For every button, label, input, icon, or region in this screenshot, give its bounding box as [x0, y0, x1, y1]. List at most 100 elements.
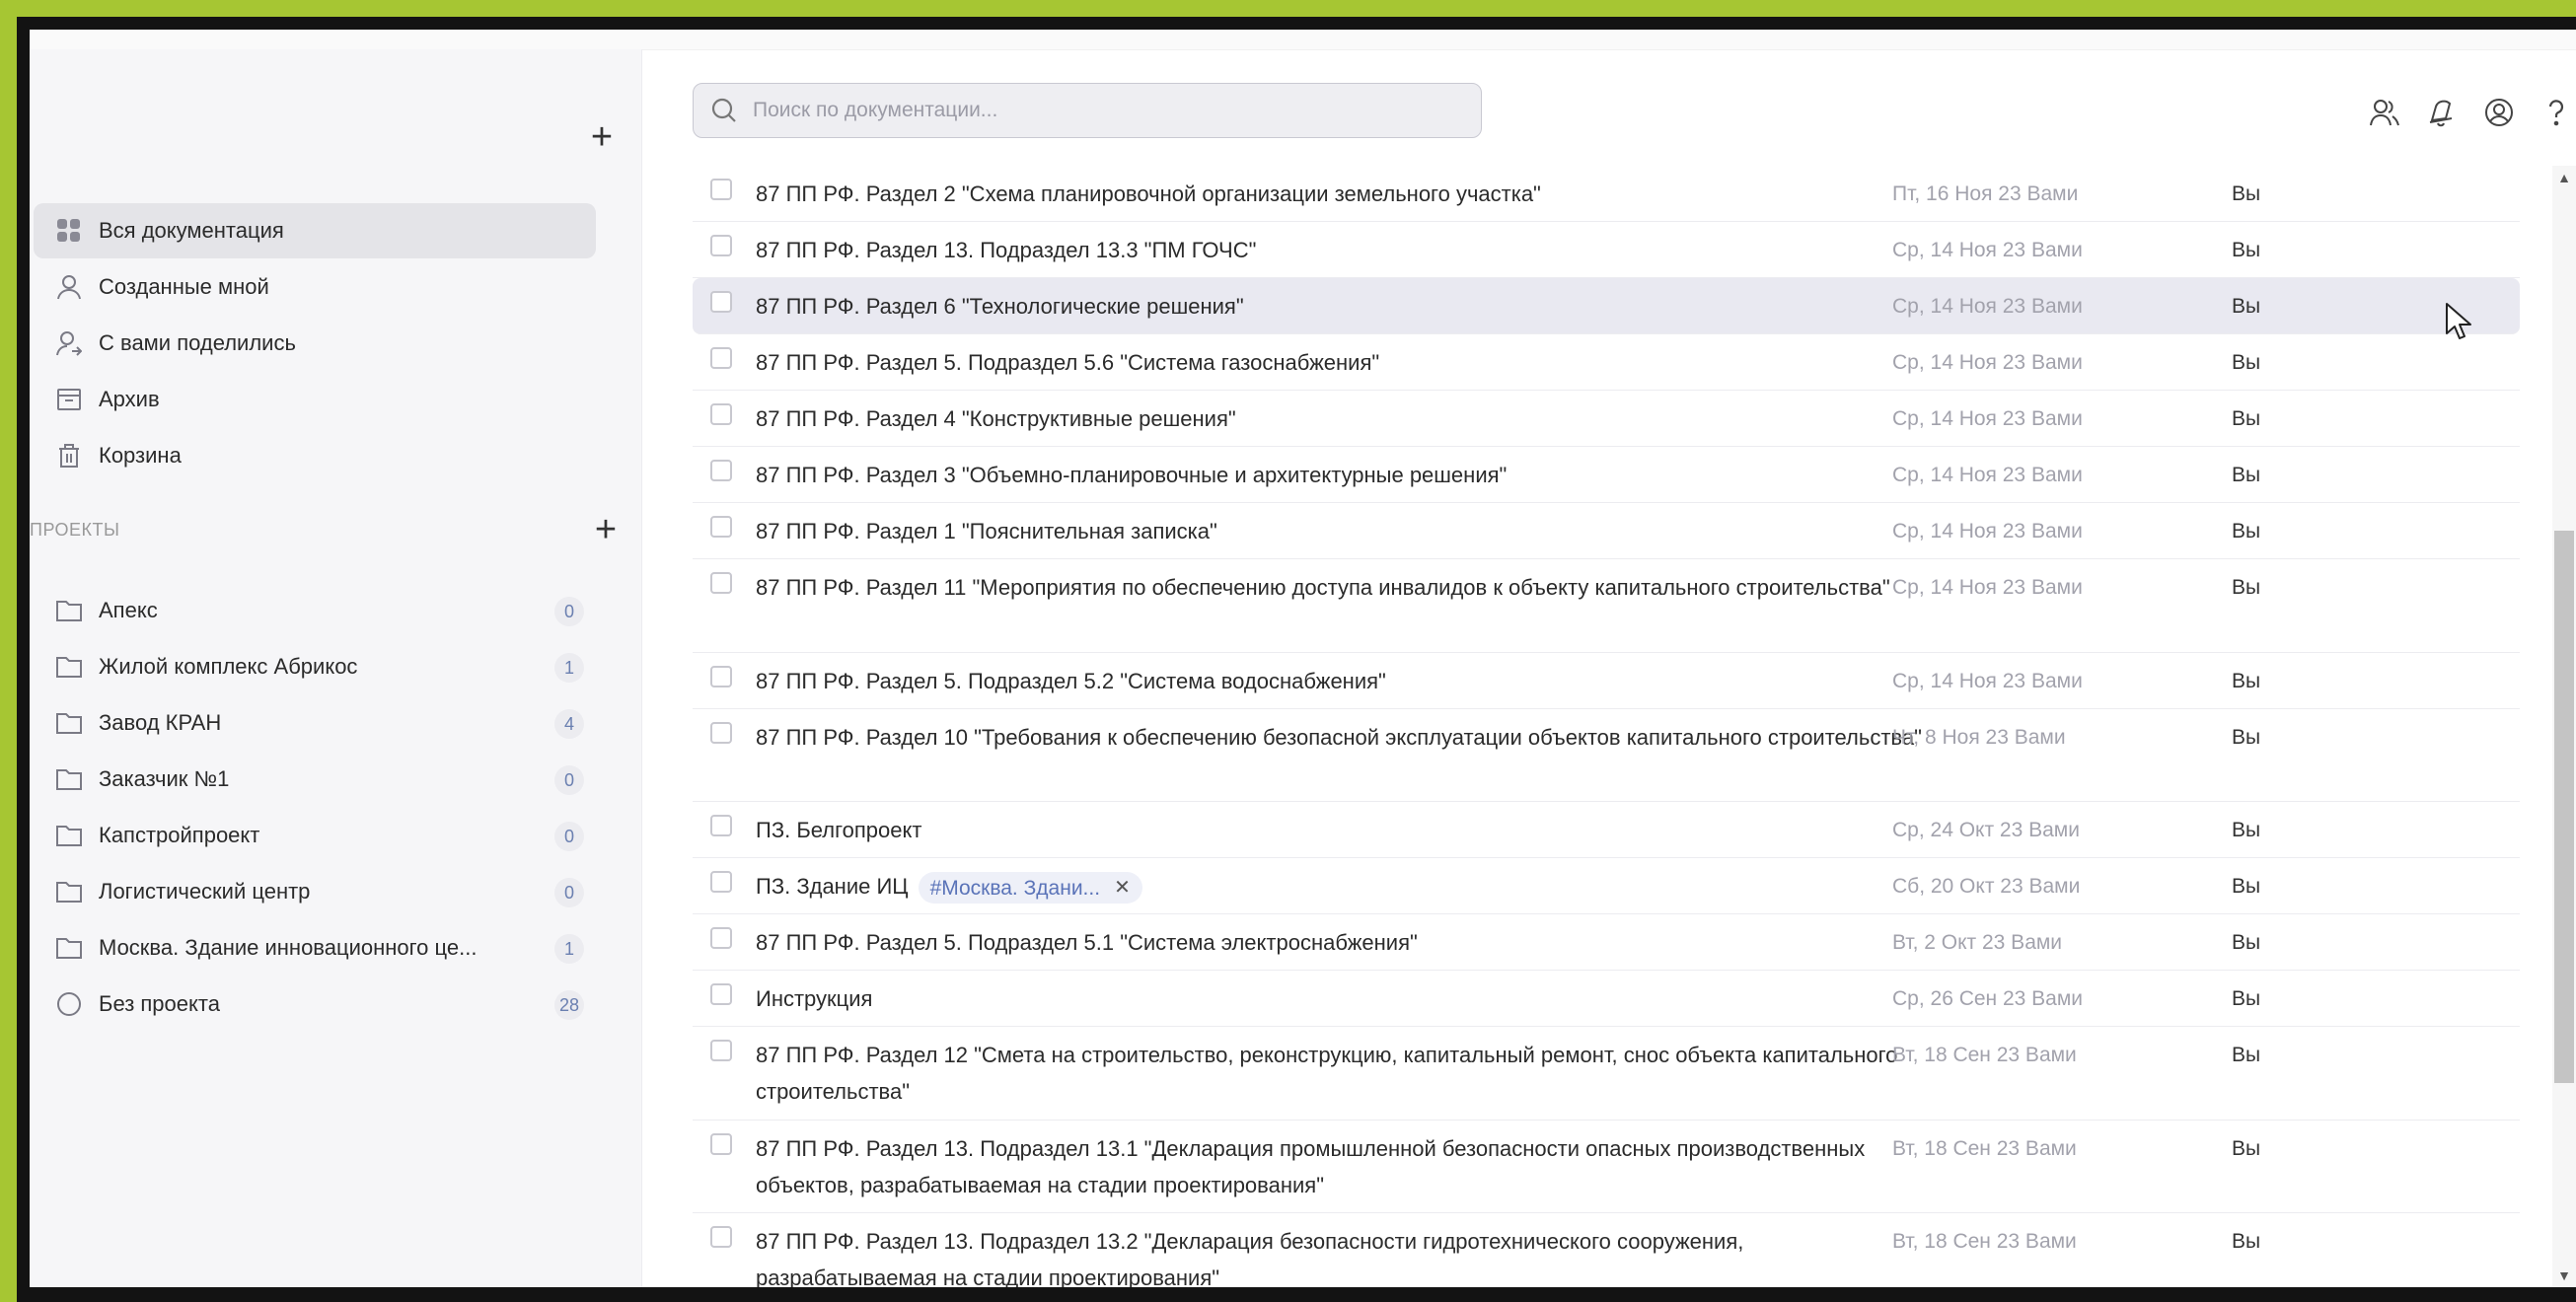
project-item[interactable]: Апекс 0 [34, 583, 596, 638]
table-row[interactable]: 87 ПП РФ. Раздел 12 "Смета на строительс… [693, 1027, 2520, 1121]
app-window: + Вся документация Созданные мной С вами… [30, 30, 2576, 1287]
document-owner: Вы [2232, 295, 2261, 318]
help-icon[interactable] [2537, 93, 2576, 132]
table-row[interactable]: 87 ПП РФ. Раздел 13. Подраздел 13.3 "ПМ … [693, 222, 2520, 278]
table-row[interactable]: 87 ПП РФ. Раздел 5. Подраздел 5.2 "Систе… [693, 653, 2520, 709]
document-title[interactable]: Инструкция [756, 980, 1930, 1017]
add-document-button[interactable]: + [584, 118, 620, 156]
document-owner: Вы [2232, 726, 2261, 749]
account-icon[interactable] [2479, 93, 2519, 132]
add-project-button[interactable]: + [588, 511, 624, 548]
project-item[interactable]: Капстройпроект 0 [34, 808, 596, 863]
document-date: Ср, 14 Ноя 23 Вами [1892, 520, 2083, 542]
folder-icon [55, 822, 83, 849]
document-owner: Вы [2232, 576, 2261, 599]
project-item[interactable]: Завод КРАН 4 [34, 695, 596, 751]
row-checkbox[interactable] [710, 722, 732, 744]
row-checkbox[interactable] [710, 572, 732, 594]
row-checkbox[interactable] [710, 927, 732, 949]
table-row[interactable]: Инструкция Ср, 26 Сен 23 Вами Вы [693, 971, 2520, 1027]
document-title[interactable]: 87 ПП РФ. Раздел 2 "Схема планировочной … [756, 176, 1930, 212]
row-checkbox[interactable] [710, 1226, 732, 1248]
row-checkbox[interactable] [710, 1040, 732, 1061]
table-row[interactable]: 87 ПП РФ. Раздел 5. Подраздел 5.6 "Систе… [693, 334, 2520, 391]
sidebar-item-label: Созданные мной [99, 274, 269, 299]
documents-list: 87 ПП РФ. Раздел 2 "Схема планировочной … [693, 166, 2520, 1287]
document-title[interactable]: 87 ПП РФ. Раздел 10 "Требования к обеспе… [756, 719, 1930, 756]
folder-icon [55, 765, 83, 793]
sidebar-item-created-by-me[interactable]: Созданные мной [34, 259, 596, 315]
project-item-no-project[interactable]: Без проекта 28 [34, 976, 596, 1032]
table-row[interactable]: 87 ПП РФ. Раздел 2 "Схема планировочной … [693, 166, 2520, 222]
row-checkbox[interactable] [710, 403, 732, 425]
notifications-icon[interactable] [2422, 93, 2462, 132]
row-checkbox[interactable] [710, 179, 732, 200]
table-row[interactable]: 87 ПП РФ. Раздел 13. Подраздел 13.1 "Дек… [693, 1121, 2520, 1213]
document-title[interactable]: 87 ПП РФ. Раздел 13. Подраздел 13.2 "Дек… [756, 1223, 1930, 1287]
document-title[interactable]: 87 ПП РФ. Раздел 5. Подраздел 5.1 "Систе… [756, 924, 1930, 961]
table-row[interactable]: ПЗ. Здание ИЦ #Москва. Здани... ✕ Сб, 20 О… [693, 858, 2520, 914]
scroll-up-icon[interactable]: ▲ [2556, 170, 2572, 185]
users-icon[interactable] [2365, 93, 2404, 132]
project-tag[interactable]: #Москва. Здани... ✕ [918, 870, 1142, 906]
document-title[interactable]: ПЗ. Белгопроект [756, 812, 1930, 848]
circle-icon [55, 990, 83, 1018]
project-tag-label: #Москва. Здани... [929, 876, 1101, 900]
row-checkbox[interactable] [710, 460, 732, 481]
sidebar-item-all-docs[interactable]: Вся документация [34, 203, 596, 258]
document-owner: Вы [2232, 1044, 2261, 1066]
scrollbar[interactable]: ▲ ▼ [2552, 166, 2576, 1287]
document-date: Ср, 14 Ноя 23 Вами [1892, 351, 2083, 374]
document-title[interactable]: 87 ПП РФ. Раздел 5. Подраздел 5.2 "Систе… [756, 663, 1930, 699]
document-title[interactable]: 87 ПП РФ. Раздел 3 "Объемно-планировочны… [756, 457, 1930, 493]
document-title[interactable]: 87 ПП РФ. Раздел 5. Подраздел 5.6 "Систе… [756, 344, 1930, 381]
row-checkbox[interactable] [710, 516, 732, 538]
table-row[interactable]: 87 ПП РФ. Раздел 13. Подраздел 13.2 "Дек… [693, 1213, 2520, 1287]
row-checkbox[interactable] [710, 666, 732, 687]
document-title[interactable]: 87 ПП РФ. Раздел 12 "Смета на строительс… [756, 1037, 1930, 1110]
document-title[interactable]: 87 ПП РФ. Раздел 13. Подраздел 13.1 "Дек… [756, 1130, 1930, 1203]
table-row[interactable]: 87 ПП РФ. Раздел 5. Подраздел 5.1 "Систе… [693, 914, 2520, 971]
project-item[interactable]: Москва. Здание инновационного це... 1 [34, 920, 596, 976]
sidebar-item-archive[interactable]: Архив [34, 372, 596, 427]
search-box[interactable] [693, 83, 1482, 138]
remove-tag-icon[interactable]: ✕ [1114, 870, 1131, 906]
row-checkbox[interactable] [710, 983, 732, 1005]
scroll-down-icon[interactable]: ▼ [2556, 1267, 2572, 1283]
row-checkbox[interactable] [710, 815, 732, 836]
table-row[interactable]: 87 ПП РФ. Раздел 4 "Конструктивные решен… [693, 391, 2520, 447]
search-input[interactable] [751, 98, 1481, 123]
project-item[interactable]: Заказчик №1 0 [34, 752, 596, 807]
project-label: Завод КРАН [99, 710, 222, 735]
document-title[interactable]: 87 ПП РФ. Раздел 4 "Конструктивные решен… [756, 400, 1930, 437]
document-title[interactable]: 87 ПП РФ. Раздел 11 "Мероприятия по обес… [756, 569, 1930, 606]
document-title[interactable]: 87 ПП РФ. Раздел 1 "Пояснительная записк… [756, 513, 1930, 549]
mouse-cursor-icon [2446, 303, 2471, 339]
scrollbar-thumb[interactable] [2554, 531, 2574, 1083]
row-checkbox[interactable] [710, 347, 732, 369]
project-item[interactable]: Логистический центр 0 [34, 864, 596, 919]
row-checkbox[interactable] [710, 291, 732, 313]
table-row[interactable]: 87 ПП РФ. Раздел 3 "Объемно-планировочны… [693, 447, 2520, 503]
project-item[interactable]: Жилой комплекс Абрикос 1 [34, 639, 596, 694]
document-title[interactable]: 87 ПП РФ. Раздел 13. Подраздел 13.3 "ПМ … [756, 232, 1930, 268]
table-row[interactable]: 87 ПП РФ. Раздел 6 "Технологические реше… [693, 278, 2520, 334]
table-row[interactable]: 87 ПП РФ. Раздел 10 "Требования к обеспе… [693, 709, 2520, 802]
sidebar-item-shared-with-me[interactable]: С вами поделились [34, 316, 596, 371]
document-date: Вт, 2 Окт 23 Вами [1892, 931, 2063, 954]
main-content: 87 ПП РФ. Раздел 2 "Схема планировочной … [641, 49, 2576, 1287]
row-checkbox[interactable] [710, 235, 732, 256]
row-checkbox[interactable] [710, 871, 732, 893]
table-row[interactable]: 87 ПП РФ. Раздел 11 "Мероприятия по обес… [693, 559, 2520, 653]
folder-icon [55, 934, 83, 962]
document-title[interactable]: 87 ПП РФ. Раздел 6 "Технологические реше… [756, 288, 1930, 325]
document-title[interactable]: ПЗ. Здание ИЦ [756, 874, 909, 899]
table-row[interactable]: ПЗ. Белгопроект Ср, 24 Окт 23 Вами Вы [693, 802, 2520, 858]
table-row[interactable]: 87 ПП РФ. Раздел 1 "Пояснительная записк… [693, 503, 2520, 559]
document-owner: Вы [2232, 182, 2261, 205]
trash-icon [55, 442, 83, 470]
document-date: Ср, 14 Ноя 23 Вами [1892, 670, 2083, 692]
sidebar-item-trash[interactable]: Корзина [34, 428, 596, 483]
user-share-icon [55, 329, 83, 357]
row-checkbox[interactable] [710, 1133, 732, 1155]
